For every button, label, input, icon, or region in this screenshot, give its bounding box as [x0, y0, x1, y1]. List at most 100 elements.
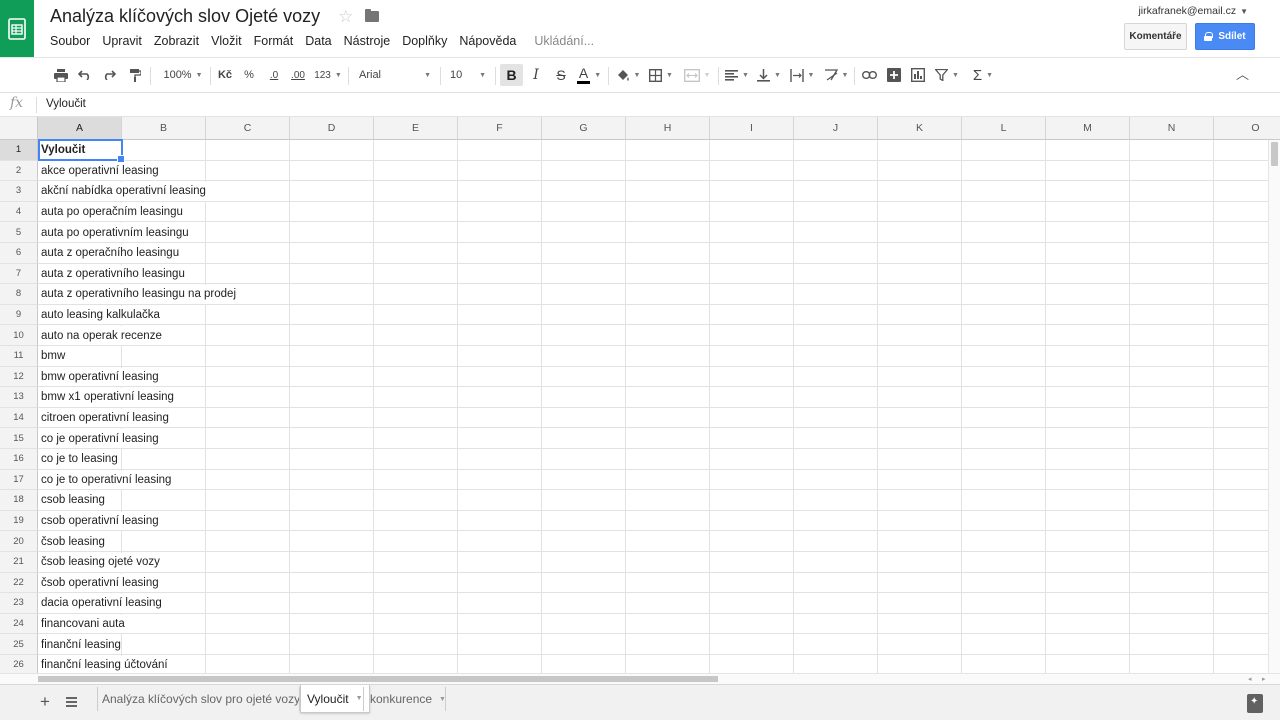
- text-rotation-button[interactable]: ▼: [822, 64, 850, 86]
- row-header[interactable]: 6: [0, 243, 38, 264]
- row-header[interactable]: 2: [0, 160, 38, 182]
- star-icon[interactable]: ☆: [338, 7, 353, 27]
- spreadsheet-grid[interactable]: A B C D E F G H I J K L M N O 1 Vyloučit 2 akce operativní…: [0, 117, 1280, 673]
- cell-column-a[interactable]: auta z operativního leasingu: [38, 264, 185, 284]
- font-select[interactable]: Arial ▼: [355, 64, 435, 86]
- insert-link-icon[interactable]: [860, 64, 878, 86]
- row-header[interactable]: 17: [0, 469, 38, 491]
- insert-comment-icon[interactable]: [885, 64, 903, 86]
- sheet-tab[interactable]: Analýza klíčových slov pro ojeté vozy▼: [96, 685, 320, 713]
- cell-column-a[interactable]: dacia operativní leasing: [38, 594, 162, 613]
- sheet-tab[interactable]: Vyloučit ▼: [300, 685, 370, 713]
- row-header[interactable]: 21: [0, 552, 38, 573]
- zoom-select[interactable]: 100% ▼: [160, 64, 206, 86]
- row-header[interactable]: 5: [0, 222, 38, 243]
- row-header[interactable]: 4: [0, 201, 38, 223]
- paint-format-icon[interactable]: [127, 64, 143, 86]
- strikethrough-button[interactable]: S: [552, 64, 570, 86]
- text-wrapping-button[interactable]: ▼: [788, 64, 816, 86]
- column-header[interactable]: K: [878, 117, 962, 140]
- borders-button[interactable]: ▼: [648, 64, 674, 86]
- row-header[interactable]: 25: [0, 634, 38, 655]
- cell-column-a[interactable]: csob operativní leasing: [38, 511, 159, 531]
- cell-column-a[interactable]: finanční leasing: [38, 635, 121, 654]
- cell-column-a[interactable]: akce operativní leasing: [38, 161, 159, 181]
- horizontal-scrollbar[interactable]: ◂ ▸: [0, 673, 1280, 684]
- explore-icon[interactable]: [1247, 694, 1263, 713]
- column-header[interactable]: E: [374, 117, 458, 140]
- row-header[interactable]: 20: [0, 531, 38, 552]
- column-header[interactable]: N: [1130, 117, 1214, 140]
- row-header[interactable]: 16: [0, 449, 38, 470]
- font-size-select[interactable]: 10 ▼: [446, 64, 490, 86]
- sheet-tab-dropdown-icon[interactable]: ▼: [356, 695, 363, 702]
- cell-column-a[interactable]: auto na operak recenze: [38, 326, 162, 345]
- menu-item[interactable]: Doplňky: [402, 34, 447, 48]
- cell-column-a[interactable]: čsob operativní leasing: [38, 573, 159, 593]
- menu-item[interactable]: Nástroje: [344, 34, 391, 48]
- sheet-tab[interactable]: konkurence ▼: [364, 685, 452, 713]
- select-all-corner[interactable]: [0, 117, 38, 140]
- menu-item[interactable]: Upravit: [102, 34, 142, 48]
- row-header[interactable]: 11: [0, 346, 38, 367]
- cell-column-a[interactable]: citroen operativní leasing: [38, 408, 169, 428]
- cell-column-a[interactable]: auta po operativním leasingu: [38, 223, 189, 242]
- decrease-decimals-button[interactable]: .0: [266, 64, 282, 86]
- bold-button[interactable]: B: [500, 64, 523, 86]
- more-formats-button[interactable]: 123 ▼: [314, 64, 342, 86]
- cell-column-a[interactable]: auta po operačním leasingu: [38, 202, 183, 222]
- increase-decimals-button[interactable]: .00: [288, 64, 308, 86]
- cell-column-a[interactable]: bmw: [38, 347, 66, 366]
- row-header[interactable]: 22: [0, 572, 38, 594]
- row-header[interactable]: 13: [0, 387, 38, 408]
- horizontal-align-button[interactable]: ▼: [724, 64, 750, 86]
- cell-column-a[interactable]: auto leasing kalkulačka: [38, 305, 160, 325]
- column-header[interactable]: F: [458, 117, 542, 140]
- filter-button[interactable]: ▼: [933, 64, 961, 86]
- comments-button[interactable]: Komentáře: [1124, 23, 1187, 50]
- cell-column-a[interactable]: bmw operativní leasing: [38, 367, 159, 387]
- horizontal-scroll-thumb[interactable]: [38, 676, 718, 682]
- cell-column-a[interactable]: akční nabídka operativní leasing: [38, 182, 206, 201]
- cell-column-a[interactable]: finanční leasing účtování: [38, 656, 168, 673]
- column-header[interactable]: M: [1046, 117, 1130, 140]
- menu-item[interactable]: Soubor: [50, 34, 90, 48]
- fill-color-button[interactable]: ▼: [614, 64, 642, 86]
- cell-column-a[interactable]: csob leasing: [38, 491, 105, 510]
- menu-item[interactable]: Nápověda: [459, 34, 516, 48]
- cell-column-a[interactable]: co je operativní leasing: [38, 429, 159, 448]
- share-button[interactable]: Sdílet: [1195, 23, 1255, 50]
- column-header[interactable]: H: [626, 117, 710, 140]
- cell-column-a[interactable]: financovani auta: [38, 614, 125, 634]
- percent-format-button[interactable]: %: [242, 64, 256, 86]
- row-header[interactable]: 15: [0, 428, 38, 449]
- row-header[interactable]: 8: [0, 284, 38, 305]
- menu-item[interactable]: Formát: [254, 34, 294, 48]
- cell-column-a[interactable]: čsob leasing: [38, 532, 105, 551]
- row-header[interactable]: 14: [0, 407, 38, 429]
- row-header[interactable]: 23: [0, 593, 38, 614]
- collapse-toolbar-icon[interactable]: ︿: [1236, 64, 1249, 83]
- active-cell-selection[interactable]: [38, 139, 125, 163]
- cell-column-a[interactable]: auta z operačního leasingu: [38, 244, 180, 263]
- undo-icon[interactable]: [77, 64, 93, 86]
- functions-button[interactable]: Σ ▼: [968, 64, 998, 86]
- document-title[interactable]: Analýza klíčových slov Ojeté vozy: [50, 6, 320, 27]
- row-header[interactable]: 7: [0, 263, 38, 285]
- insert-chart-icon[interactable]: [909, 64, 927, 86]
- column-header[interactable]: A: [38, 117, 122, 140]
- row-header[interactable]: 26: [0, 655, 38, 673]
- menu-item[interactable]: Vložit: [211, 34, 242, 48]
- row-header[interactable]: 18: [0, 490, 38, 511]
- row-header[interactable]: 1: [0, 140, 38, 161]
- folder-icon[interactable]: [365, 9, 380, 22]
- cell-column-a[interactable]: auta z operativního leasingu na prodej: [38, 285, 237, 304]
- row-header[interactable]: 19: [0, 510, 38, 532]
- column-header[interactable]: J: [794, 117, 878, 140]
- vertical-scrollbar[interactable]: [1268, 140, 1280, 673]
- currency-format-button[interactable]: Kč: [216, 64, 234, 86]
- account-menu[interactable]: jirkafranek@email.cz ▼: [1138, 5, 1248, 17]
- column-header[interactable]: G: [542, 117, 626, 140]
- add-sheet-icon[interactable]: +: [40, 692, 50, 712]
- scroll-right-arrow-icon[interactable]: ▸: [1262, 675, 1266, 683]
